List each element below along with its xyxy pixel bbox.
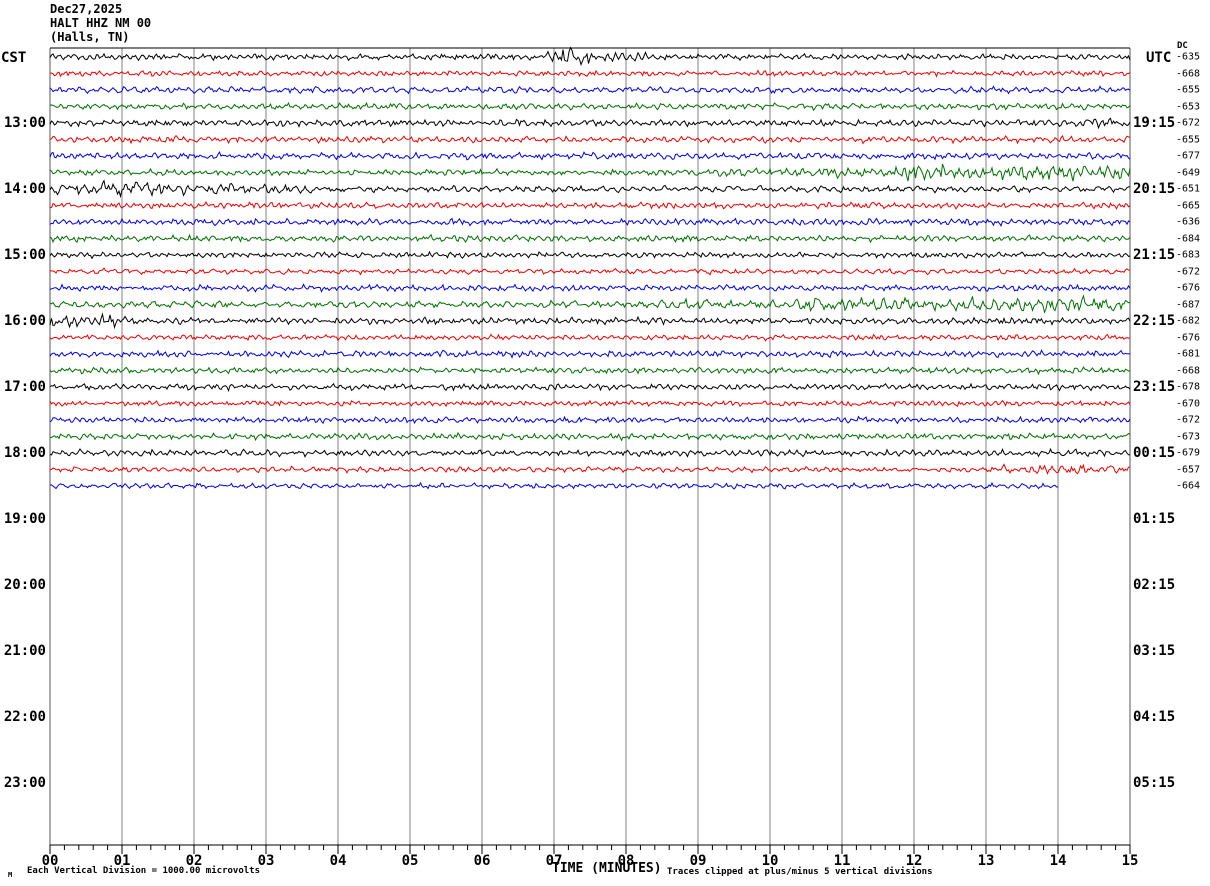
cst-hour-label: 15:00: [3, 247, 46, 263]
dc-offset-value: -653: [1176, 101, 1201, 112]
dc-offset-value: -668: [1176, 365, 1201, 376]
dc-offset-value: -668: [1176, 68, 1201, 79]
utc-hour-label: 01:15: [1133, 511, 1176, 527]
dc-offset-value: -672: [1176, 117, 1201, 129]
seismo-trace-green: [49, 163, 1131, 182]
dc-offset-value: -676: [1176, 282, 1201, 294]
cst-hour-label: 14:00: [3, 181, 46, 197]
dc-offset-value: -670: [1176, 398, 1201, 409]
dc-offset-value: -678: [1176, 381, 1201, 393]
cst-hour-label: 16:00: [3, 313, 46, 329]
cst-hour-label: 19:00: [3, 511, 46, 527]
x-tick-label: 15: [1121, 853, 1139, 869]
seismo-trace-red: [49, 200, 1131, 210]
x-tick-label: 04: [329, 853, 347, 869]
seismo-trace-black: [49, 312, 1131, 330]
right-axis-title: UTC: [1146, 50, 1172, 66]
title-location: (Halls, TN): [50, 30, 130, 44]
utc-hour-label: 23:15: [1133, 379, 1176, 395]
dc-offset-value: -687: [1176, 299, 1201, 310]
seismo-trace-blue: [49, 349, 1131, 359]
seismo-trace-red: [49, 399, 1131, 408]
seismo-trace-blue: [49, 85, 1131, 95]
cst-hour-label: 13:00: [3, 115, 46, 131]
cst-hour-label: 22:00: [3, 709, 46, 725]
utc-hour-label: 04:15: [1133, 709, 1176, 725]
utc-hour-label: 19:15: [1133, 115, 1176, 131]
cst-hour-label: 18:00: [3, 445, 46, 461]
dc-offset-value: -651: [1176, 183, 1201, 195]
title-station: HALT HHZ NM 00: [50, 16, 152, 30]
utc-hour-label: 20:15: [1133, 181, 1176, 197]
seismo-trace-black: [49, 117, 1131, 130]
dc-offset-value: -684: [1176, 233, 1201, 244]
cst-hour-label: 17:00: [3, 379, 46, 395]
dc-offset-value: -673: [1176, 431, 1201, 442]
seismo-trace-blue: [49, 415, 1131, 425]
seismo-trace-red: [49, 134, 1131, 145]
seismo-trace-green: [49, 233, 1131, 244]
dc-offset-value: -665: [1176, 200, 1201, 211]
x-tick-label: 14: [1049, 853, 1067, 869]
seismo-trace-red: [49, 333, 1131, 342]
seismo-trace-green: [49, 431, 1131, 442]
seismo-trace-green: [49, 294, 1131, 314]
seismo-trace-black: [49, 46, 1131, 67]
dc-offset-value: -636: [1176, 216, 1201, 228]
dc-offset-value: -664: [1176, 480, 1201, 492]
seismo-trace-red: [49, 267, 1131, 276]
seismogram-plot: [49, 46, 1131, 854]
dc-offset-value: -676: [1176, 332, 1201, 343]
dc-header-label: DC: [1177, 41, 1188, 51]
title-block: Dec27,2025 HALT HHZ NM 00 (Halls, TN): [50, 2, 151, 44]
cst-hour-label: 21:00: [3, 643, 46, 659]
dc-offset-value: -681: [1176, 348, 1201, 360]
x-tick-label: 05: [401, 853, 419, 869]
dc-offset-value: -672: [1176, 266, 1201, 277]
utc-hour-label: 21:15: [1133, 247, 1176, 263]
seismo-trace-blue: [49, 217, 1131, 227]
title-date: Dec27,2025: [50, 2, 123, 16]
utc-hour-label: 00:15: [1133, 445, 1176, 461]
seismo-trace-red: [49, 69, 1131, 78]
cst-hour-label: 23:00: [3, 775, 46, 791]
utc-hour-label: 22:15: [1133, 313, 1176, 329]
dc-offset-value: -672: [1176, 414, 1201, 426]
utc-hour-label: 03:15: [1133, 643, 1176, 659]
clip-note: Traces clipped at plus/minus 5 vertical …: [667, 867, 933, 877]
seismo-trace-black: [49, 382, 1131, 393]
dc-offset-value: -655: [1176, 134, 1201, 145]
dc-offset-value: -657: [1176, 464, 1201, 475]
dc-offset-value: -679: [1176, 447, 1201, 459]
x-tick-label: 06: [473, 853, 491, 869]
left-axis-title: CST: [1, 50, 27, 66]
seismo-trace-black: [49, 250, 1131, 260]
scale-note: Each Vertical Division = 1000.00 microvo…: [27, 866, 260, 876]
logo-glyph: M: [8, 871, 13, 879]
dc-offset-value: -677: [1176, 150, 1201, 162]
dc-offset-value: -649: [1176, 167, 1201, 178]
dc-offset-value: -683: [1176, 249, 1201, 261]
cst-hour-label: 20:00: [3, 577, 46, 593]
seismo-trace-black: [49, 447, 1131, 458]
dc-offset-value: -655: [1176, 84, 1201, 96]
dc-offset-value: -635: [1176, 51, 1201, 63]
seismo-trace-blue: [49, 283, 1131, 293]
dc-offset-value: -682: [1176, 315, 1201, 327]
seismo-trace-red: [49, 463, 1131, 475]
helicorder-page: Dec27,2025 HALT HHZ NM 00 (Halls, TN) CS…: [0, 0, 1210, 886]
seismo-trace-blue: [49, 150, 1131, 161]
seismo-trace-black: [49, 179, 1131, 199]
utc-hour-label: 05:15: [1133, 775, 1176, 791]
seismo-trace-green: [49, 366, 1131, 376]
x-tick-label: 13: [977, 853, 995, 869]
utc-hour-label: 02:15: [1133, 577, 1176, 593]
x-axis-label: TIME (MINUTES): [552, 861, 662, 876]
seismo-trace-green: [49, 101, 1131, 112]
